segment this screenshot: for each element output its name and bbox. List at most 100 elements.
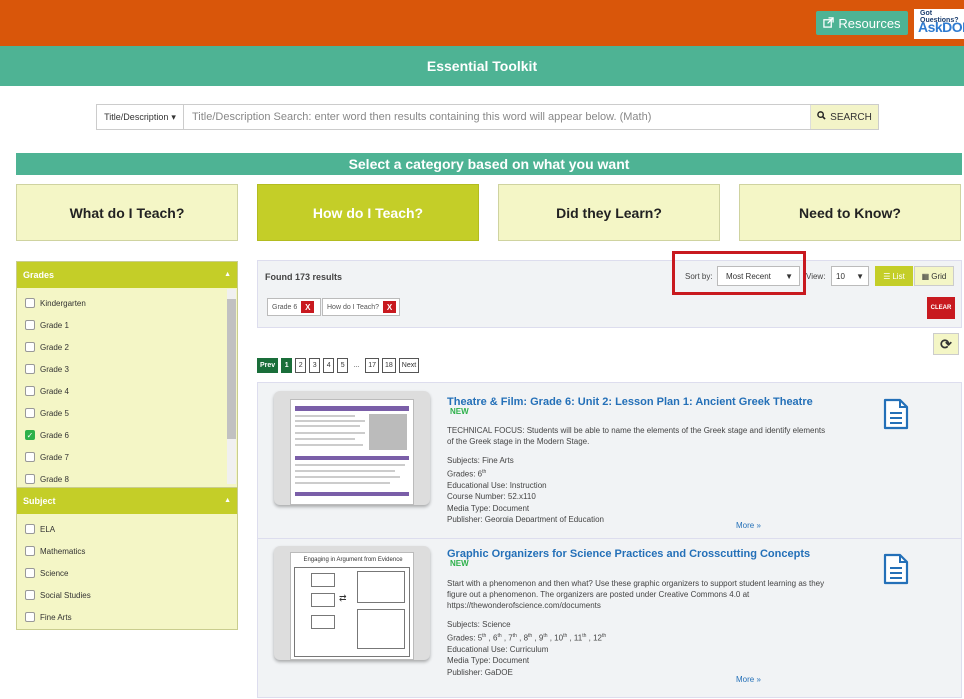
subject-option-social-studies[interactable]: Social Studies xyxy=(17,584,237,606)
subject-option-label: Mathematics xyxy=(40,546,86,556)
checkbox[interactable] xyxy=(25,452,35,462)
grade-option-6[interactable]: ✓ Grade 6 xyxy=(17,424,237,446)
resources-button[interactable]: Resources xyxy=(816,11,908,35)
more-link[interactable]: More » xyxy=(736,521,761,530)
category-need-to-know[interactable]: Need to Know? xyxy=(739,184,961,241)
page-title: Essential Toolkit xyxy=(0,46,964,86)
grade-option-label: Grade 2 xyxy=(40,342,69,352)
thumbnail-image xyxy=(369,414,407,450)
checkbox[interactable] xyxy=(25,524,35,534)
remove-tag-button[interactable]: X xyxy=(383,301,397,313)
document-icon[interactable] xyxy=(883,553,909,585)
pagination: Prev 1 2 3 4 5 ... 17 18 Next xyxy=(257,358,420,373)
page-button-3[interactable]: 3 xyxy=(309,358,321,373)
search-field-select[interactable]: Title/Description ▾ xyxy=(97,105,184,129)
search-button[interactable]: SEARCH xyxy=(810,105,878,129)
page-button-5[interactable]: 5 xyxy=(337,358,349,373)
category-how-do-i-teach[interactable]: How do I Teach? xyxy=(257,184,479,241)
thumbnail-box xyxy=(357,571,405,603)
remove-tag-button[interactable]: X xyxy=(301,301,315,313)
resource-description: Start with a phenomenon and then what? U… xyxy=(447,579,825,610)
page-button-18[interactable]: 18 xyxy=(381,358,396,373)
checkbox[interactable] xyxy=(25,298,35,308)
checkbox[interactable] xyxy=(25,590,35,600)
resource-thumbnail[interactable] xyxy=(274,391,430,505)
grade-option-2[interactable]: Grade 2 xyxy=(17,336,237,358)
checkbox[interactable] xyxy=(25,320,35,330)
page-button-1[interactable]: 1 xyxy=(281,358,293,373)
subject-option-ela[interactable]: ELA xyxy=(17,518,237,540)
resource-publisher: Publisher: GaDOE xyxy=(447,667,513,675)
grades-scrollbar[interactable] xyxy=(227,289,236,484)
checkbox[interactable] xyxy=(25,342,35,352)
subject-option-science[interactable]: Science xyxy=(17,562,237,584)
search-icon xyxy=(817,111,826,123)
grade-option-label: Grade 7 xyxy=(40,452,69,462)
refresh-icon: ⟳ xyxy=(940,335,952,352)
results-count: Found 173 results xyxy=(265,272,343,282)
top-bar: Resources Got Questions? AskDOE xyxy=(0,0,964,46)
refresh-button[interactable]: ⟳ xyxy=(933,333,959,355)
page-button-2[interactable]: 2 xyxy=(295,358,307,373)
subject-filter-header[interactable]: Subject ▲ xyxy=(17,488,237,514)
resource-educational-use: Educational Use: Instruction xyxy=(447,480,547,490)
view-count-select[interactable]: 10 ▼ xyxy=(831,266,869,286)
thumbnail-line xyxy=(295,476,400,478)
resource-media-type: Media Type: Document xyxy=(447,503,530,513)
page-button-4[interactable]: 4 xyxy=(323,358,335,373)
grid-view-button[interactable]: ▦ Grid xyxy=(914,266,954,286)
thumbnail-line xyxy=(295,482,390,484)
clear-filters-button[interactable]: CLEAR xyxy=(927,297,955,319)
resource-thumbnail[interactable]: Engaging in Argument from Evidence ⇄ xyxy=(274,546,430,660)
resource-title-link[interactable]: Theatre & Film: Grade 6: Unit 2: Lesson … xyxy=(447,396,813,408)
document-icon[interactable] xyxy=(883,398,909,430)
prev-page-button[interactable]: Prev xyxy=(257,358,279,373)
grade-option-4[interactable]: Grade 4 xyxy=(17,380,237,402)
grades-sup: th xyxy=(482,468,487,475)
grade-option-7[interactable]: Grade 7 xyxy=(17,446,237,468)
subject-option-mathematics[interactable]: Mathematics xyxy=(17,540,237,562)
scrollbar-thumb[interactable] xyxy=(227,299,236,439)
grades-filter-title: Grades xyxy=(23,270,55,280)
thumbnail-line xyxy=(295,432,365,434)
grade-option-kindergarten[interactable]: Kindergarten xyxy=(17,292,237,314)
filter-tag-label: How do I Teach? xyxy=(327,303,380,311)
list-view-button[interactable]: ☰ List xyxy=(875,266,913,286)
grade-option-3[interactable]: Grade 3 xyxy=(17,358,237,380)
caret-up-icon: ▲ xyxy=(224,271,231,278)
next-page-button[interactable]: Next xyxy=(398,358,420,373)
search-input[interactable]: Title/Description Search: enter word the… xyxy=(184,105,810,129)
external-link-icon xyxy=(823,16,835,31)
search-bar: Title/Description ▾ Title/Description Se… xyxy=(96,104,879,130)
resource-title-link[interactable]: Graphic Organizers for Science Practices… xyxy=(447,548,810,560)
checkbox[interactable] xyxy=(25,612,35,622)
checkbox-checked[interactable]: ✓ xyxy=(25,430,35,440)
checkbox[interactable] xyxy=(25,386,35,396)
thumbnail-arrows: ⇄ xyxy=(339,593,347,603)
page-button-17[interactable]: 17 xyxy=(365,358,379,373)
grade-option-8[interactable]: Grade 8 xyxy=(17,468,237,488)
ask-doe-logo[interactable]: Got Questions? AskDOE xyxy=(914,9,964,39)
checkbox[interactable] xyxy=(25,568,35,578)
filter-tag-grade: Grade 6 X xyxy=(267,298,321,316)
checkbox[interactable] xyxy=(25,474,35,484)
category-what-do-i-teach[interactable]: What do I Teach? xyxy=(16,184,238,241)
resource-subjects: Subjects: Fine Arts xyxy=(447,456,514,465)
subject-option-fine-arts[interactable]: Fine Arts xyxy=(17,606,237,628)
category-did-they-learn[interactable]: Did they Learn? xyxy=(498,184,720,241)
checkbox[interactable] xyxy=(25,408,35,418)
caret-up-icon: ▲ xyxy=(224,497,231,504)
caret-down-icon: ▾ xyxy=(171,111,176,122)
grade-option-5[interactable]: Grade 5 xyxy=(17,402,237,424)
checkbox[interactable] xyxy=(25,546,35,556)
checkbox[interactable] xyxy=(25,364,35,374)
thumbnail-line xyxy=(295,464,405,466)
resources-label: Resources xyxy=(838,15,901,31)
more-link[interactable]: More » xyxy=(736,675,761,684)
grades-filter-header[interactable]: Grades ▲ xyxy=(17,262,237,288)
grade-option-1[interactable]: Grade 1 xyxy=(17,314,237,336)
subject-option-label: Fine Arts xyxy=(40,612,72,622)
thumbnail-line xyxy=(295,470,395,472)
search-button-label: SEARCH xyxy=(830,111,872,123)
results-list: Theatre & Film: Grade 6: Unit 2: Lesson … xyxy=(257,382,962,698)
